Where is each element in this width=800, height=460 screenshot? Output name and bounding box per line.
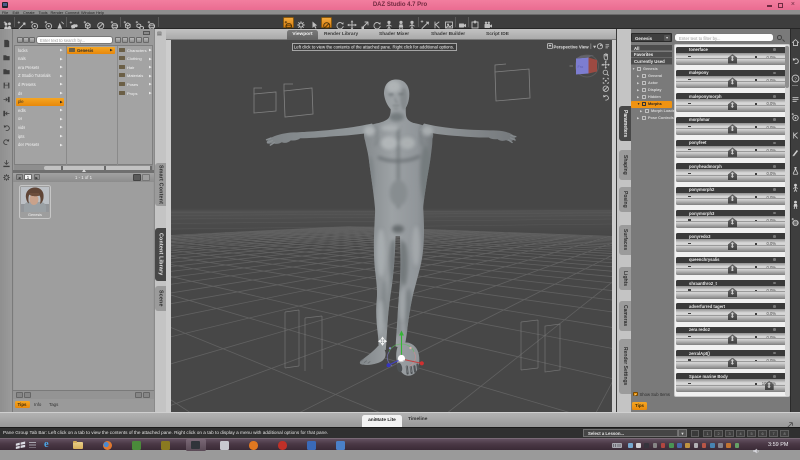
svg-text:Fro: Fro (578, 65, 584, 69)
svg-text:Perspective View: Perspective View (554, 45, 590, 50)
svg-text:?: ? (794, 76, 797, 82)
svg-text:Left click to view the content: Left click to view the contents of the a… (294, 45, 454, 50)
